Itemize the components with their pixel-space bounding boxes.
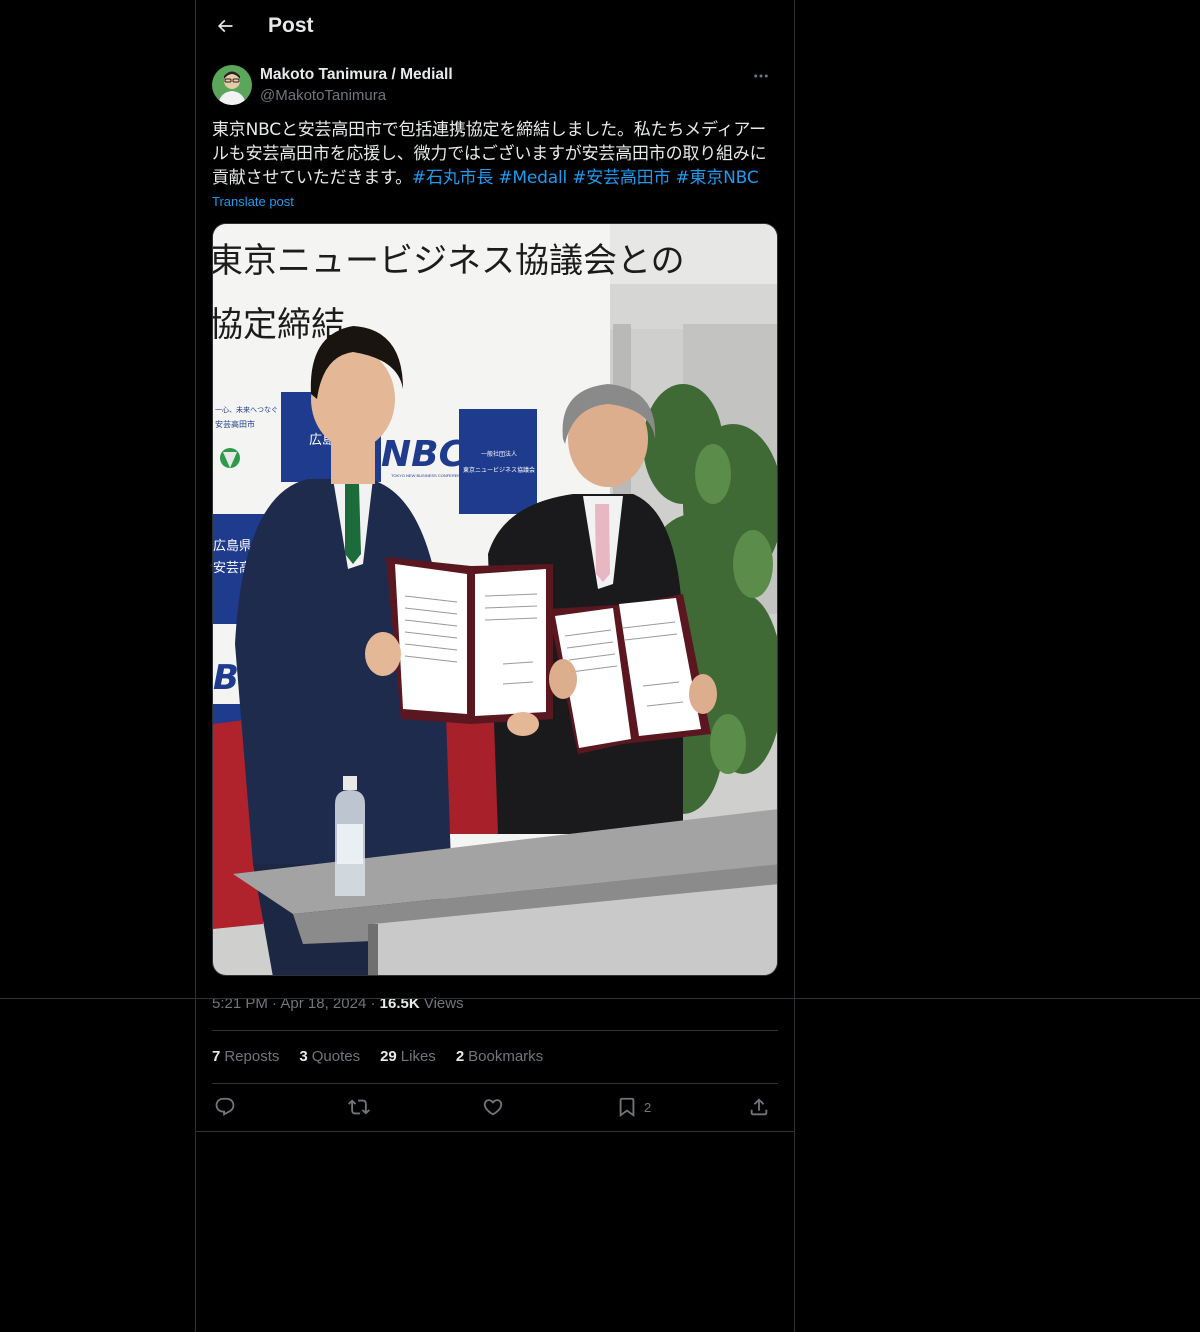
bookmarks-stat[interactable]: 2 Bookmarks — [456, 1048, 543, 1065]
hashtag-link[interactable]: #安芸高田市 — [572, 168, 670, 188]
back-button[interactable] — [208, 9, 242, 43]
reply-button[interactable] — [214, 1092, 236, 1122]
bookmark-button[interactable]: 2 — [616, 1092, 651, 1122]
share-button[interactable] — [748, 1092, 770, 1122]
divider — [0, 998, 1200, 999]
repost-button[interactable] — [348, 1092, 370, 1122]
banner-text: 東京ニュービジネス協議会との — [213, 241, 685, 281]
post-photo[interactable]: 東京ニュービジネス協議会との 協定締結 一心、未来へつなぐ 安芸高田市 広島 安… — [212, 223, 778, 976]
reposts-stat[interactable]: 7 Reposts — [212, 1048, 279, 1065]
page-title: Post — [268, 14, 314, 37]
engagement-stats: 7 Reposts 3 Quotes 29 Likes 2 Bookmarks — [212, 1048, 543, 1065]
likes-stat[interactable]: 29 Likes — [380, 1048, 436, 1065]
hashtag-link[interactable]: #Medall — [498, 168, 567, 188]
more-icon — [754, 74, 768, 78]
reply-icon — [215, 1097, 235, 1116]
divider — [196, 1131, 794, 1132]
photo-image: 東京ニュービジネス協議会との 協定締結 一心、未来へつなぐ 安芸高田市 広島 安… — [213, 224, 777, 975]
divider — [212, 1083, 778, 1084]
backdrop-text: 広島県 — [213, 538, 252, 553]
backdrop-text: TOKYO NEW BUSINESS CONFERENCE — [391, 473, 466, 478]
avatar[interactable] — [212, 65, 252, 105]
bookmark-count: 2 — [644, 1099, 652, 1115]
top-bar: Post — [196, 0, 794, 54]
author-handle[interactable]: @MakotoTanimura — [260, 87, 386, 104]
backdrop-text: 一心、未来へつなぐ — [215, 405, 278, 414]
backdrop-text: 一般社団法人 — [481, 450, 517, 458]
quotes-stat[interactable]: 3 Quotes — [299, 1048, 360, 1065]
hashtag-link[interactable]: #石丸市長 — [412, 168, 493, 188]
bookmark-icon — [619, 1097, 635, 1118]
repost-icon — [348, 1099, 370, 1115]
author-row: Makoto Tanimura / Mediall @MakotoTanimur… — [212, 64, 778, 108]
share-icon — [750, 1098, 768, 1116]
like-icon — [483, 1099, 503, 1116]
banner-text: 協定締結 — [213, 305, 345, 345]
translate-post-link[interactable]: Translate post — [212, 194, 294, 209]
post-text: 東京NBCと安芸高田市で包括連携協定を締結しました。私たちメディアールも安芸高田… — [212, 118, 778, 190]
back-arrow-icon — [217, 19, 233, 33]
divider — [212, 1030, 778, 1031]
author-name[interactable]: Makoto Tanimura / Mediall — [260, 66, 453, 84]
like-button[interactable] — [482, 1092, 504, 1122]
backdrop-text: NBC — [381, 434, 466, 475]
backdrop-text: 東京ニュービジネス協議会 — [463, 466, 535, 474]
hashtag-link[interactable]: #東京NBC — [676, 168, 759, 188]
post-column: Post Makoto Tanimura / Mediall @MakotoTa… — [195, 0, 795, 1332]
backdrop-text: 安芸高田市 — [215, 419, 255, 429]
more-button[interactable] — [744, 64, 778, 88]
action-bar: 2 — [212, 1092, 778, 1122]
